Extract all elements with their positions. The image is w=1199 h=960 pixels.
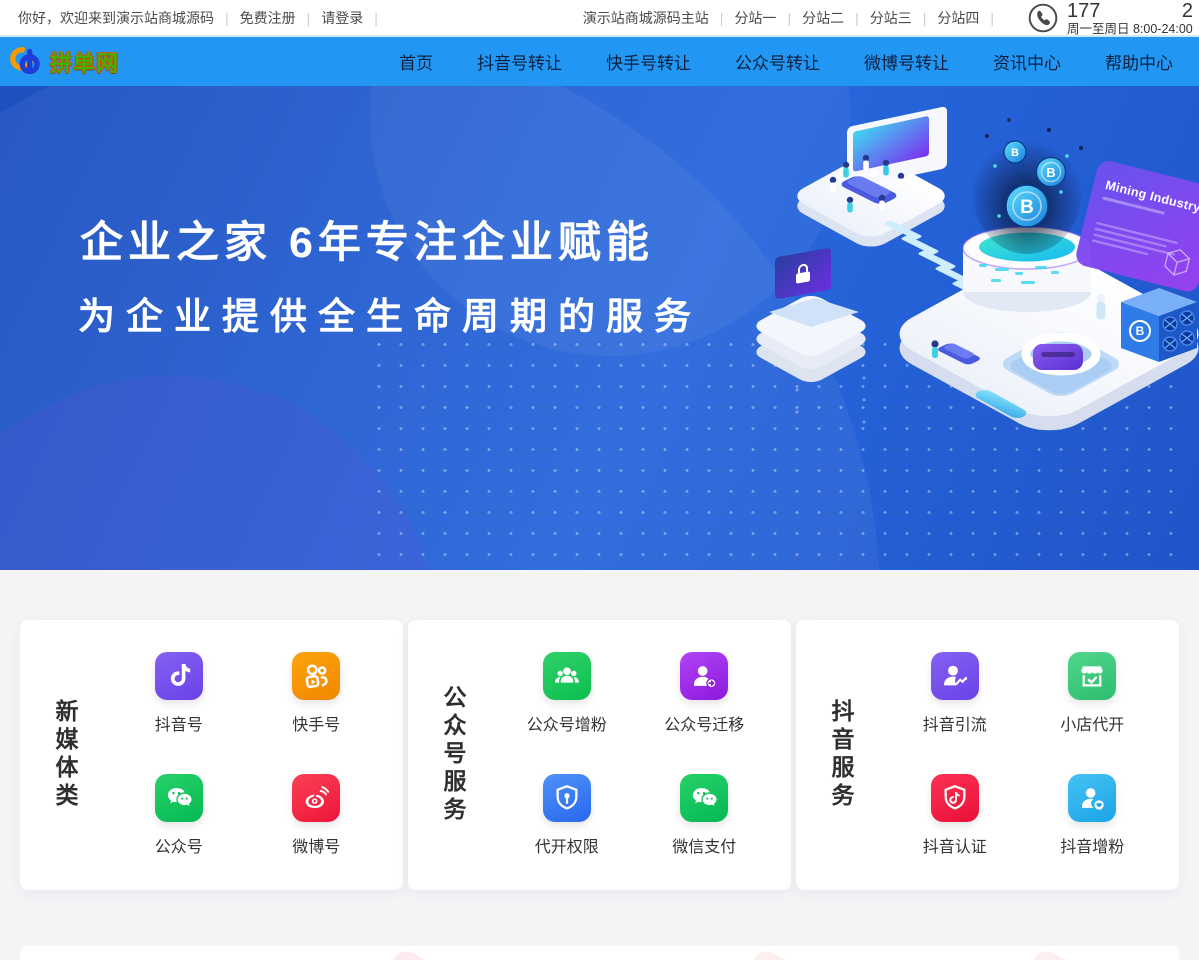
service-item-douyin-traffic[interactable]: 抖音引流: [886, 632, 1024, 754]
separator: [923, 10, 927, 26]
hero-illustration: B B B B: [749, 96, 1199, 434]
svg-text:B: B: [1046, 165, 1055, 180]
substation-1-link[interactable]: 分站一: [734, 8, 776, 28]
hero-banner: 企业之家 6年专注企业赋能 为企业提供全生命周期的服务: [0, 86, 1199, 570]
account-migrate-icon: [680, 652, 728, 700]
service-item-douyin-verification[interactable]: 抖音认证: [886, 754, 1024, 876]
service-item-douyin-fans-growth[interactable]: 抖音增粉: [1024, 754, 1162, 876]
meeting-platform: [789, 106, 953, 251]
weibo-icon: [292, 774, 340, 822]
phone-number: 177: [1067, 1, 1100, 22]
logo-text: 拼单网: [50, 46, 119, 78]
fans-group-icon: [543, 652, 591, 700]
topbar: 你好，欢迎来到演示站商城源码 免费注册 请登录 演示站商城源码主站 分站一 分站…: [0, 0, 1199, 37]
service-item-store-opening[interactable]: 小店代开: [1024, 632, 1162, 754]
card-title: 新媒体类: [20, 620, 110, 890]
separator: [855, 10, 859, 26]
service-item-kuaishou-account[interactable]: 快手号: [248, 632, 386, 754]
hero-headline-2: 为企业提供全生命周期的服务: [78, 286, 702, 340]
store-check-icon: [1068, 652, 1116, 700]
separator: [374, 10, 378, 26]
phone-number-suffix: 2: [1182, 1, 1193, 22]
service-item-label: 公众号增粉: [527, 711, 607, 735]
wechat-icon: [155, 774, 203, 822]
nav-item-kuaishou-transfer[interactable]: 快手号转让: [606, 49, 691, 74]
service-item-account-migration[interactable]: 公众号迁移: [636, 632, 774, 754]
separator: [720, 10, 724, 26]
rig-coin-symbol: B: [1136, 324, 1145, 338]
svg-text:B: B: [1011, 147, 1019, 159]
separator: [787, 10, 791, 26]
decor-blob: [1021, 946, 1135, 960]
separator: [225, 10, 229, 26]
service-item-label: 代开权限: [535, 833, 599, 857]
service-item-label: 抖音引流: [923, 711, 987, 735]
service-cards-section: 新媒体类 抖音号 快手号 公众号 微博号 公众号服务: [20, 620, 1179, 890]
service-item-permission-opening[interactable]: 代开权限: [498, 754, 636, 876]
topbar-site-links: 演示站商城源码主站 分站一 分站二 分站三 分站四: [583, 8, 1005, 28]
service-item-label: 抖音增粉: [1060, 833, 1124, 857]
nav-item-home[interactable]: 首页: [399, 49, 433, 74]
service-item-label: 公众号迁移: [664, 711, 744, 735]
douyin-icon: [155, 652, 203, 700]
nav-item-gongzhonghao-transfer[interactable]: 公众号转让: [735, 49, 820, 74]
separator: [307, 10, 311, 26]
card-douyin-services: 抖音服务 抖音引流 小店代开 抖音认证 抖音增粉: [796, 620, 1179, 890]
site-logo[interactable]: 拼单网: [8, 44, 119, 80]
service-item-label: 快手号: [292, 711, 340, 735]
navbar: 拼单网 首页 抖音号转让 快手号转让 公众号转让 微博号转让 资讯中心 帮助中心: [0, 37, 1199, 86]
service-item-label: 抖音认证: [923, 833, 987, 857]
service-item-douyin-account[interactable]: 抖音号: [110, 632, 248, 754]
floating-coins: B B B: [973, 118, 1083, 254]
card-gongzhonghao-services: 公众号服务 公众号增粉 公众号迁移 代开权限 微信支付: [408, 620, 791, 890]
card-title: 抖音服务: [796, 620, 886, 890]
login-link[interactable]: 请登录: [321, 8, 363, 28]
decor-blob: [381, 946, 504, 960]
server-stack: [750, 248, 872, 386]
shield-key-icon: [543, 774, 591, 822]
substation-2-link[interactable]: 分站二: [802, 8, 844, 28]
nav-item-douyin-transfer[interactable]: 抖音号转让: [477, 49, 562, 74]
decor-blob: [741, 946, 872, 960]
laptop-lock: [775, 248, 831, 300]
phone-contact: 177 2 周一至周日 8:00-24:00: [1027, 0, 1193, 36]
nav-item-weibo-transfer[interactable]: 微博号转让: [864, 49, 949, 74]
card-new-media: 新媒体类 抖音号 快手号 公众号 微博号: [20, 620, 403, 890]
service-item-label: 抖音号: [155, 711, 203, 735]
kuaishou-icon: [292, 652, 340, 700]
service-item-label: 微信支付: [672, 833, 736, 857]
service-item-wechat-account[interactable]: 公众号: [110, 754, 248, 876]
separator: [990, 10, 994, 26]
logo-icon: [8, 44, 44, 80]
standing-person: [1097, 294, 1106, 320]
main-menu: 首页 抖音号转让 快手号转让 公众号转让 微博号转让 资讯中心 帮助中心: [399, 49, 1173, 74]
service-item-weibo-account[interactable]: 微博号: [248, 754, 386, 876]
wechat-pay-icon: [680, 774, 728, 822]
nav-item-help-center[interactable]: 帮助中心: [1105, 49, 1173, 74]
service-hours: 周一至周日 8:00-24:00: [1067, 23, 1193, 36]
substation-4-link[interactable]: 分站四: [937, 8, 979, 28]
service-item-fans-growth[interactable]: 公众号增粉: [498, 632, 636, 754]
fans-heart-icon: [1068, 774, 1116, 822]
substation-3-link[interactable]: 分站三: [870, 8, 912, 28]
greeting-text: 你好，欢迎来到演示站商城源码: [18, 8, 214, 28]
traffic-person-icon: [931, 652, 979, 700]
main-site-link[interactable]: 演示站商城源码主站: [583, 8, 709, 28]
next-section-panel: [20, 946, 1179, 960]
service-item-label: 小店代开: [1060, 711, 1124, 735]
service-item-label: 公众号: [155, 833, 203, 857]
register-link[interactable]: 免费注册: [240, 8, 296, 28]
nav-item-news-center[interactable]: 资讯中心: [993, 49, 1061, 74]
mining-rig: B: [1121, 288, 1197, 362]
svg-text:B: B: [1020, 197, 1034, 218]
phone-icon: [1027, 2, 1059, 34]
service-item-wechat-pay[interactable]: 微信支付: [636, 754, 774, 876]
hero-headline-1: 企业之家 6年专注企业赋能: [80, 208, 654, 270]
card-title: 公众号服务: [408, 620, 498, 890]
service-item-label: 微博号: [292, 833, 340, 857]
douyin-shield-icon: [931, 774, 979, 822]
